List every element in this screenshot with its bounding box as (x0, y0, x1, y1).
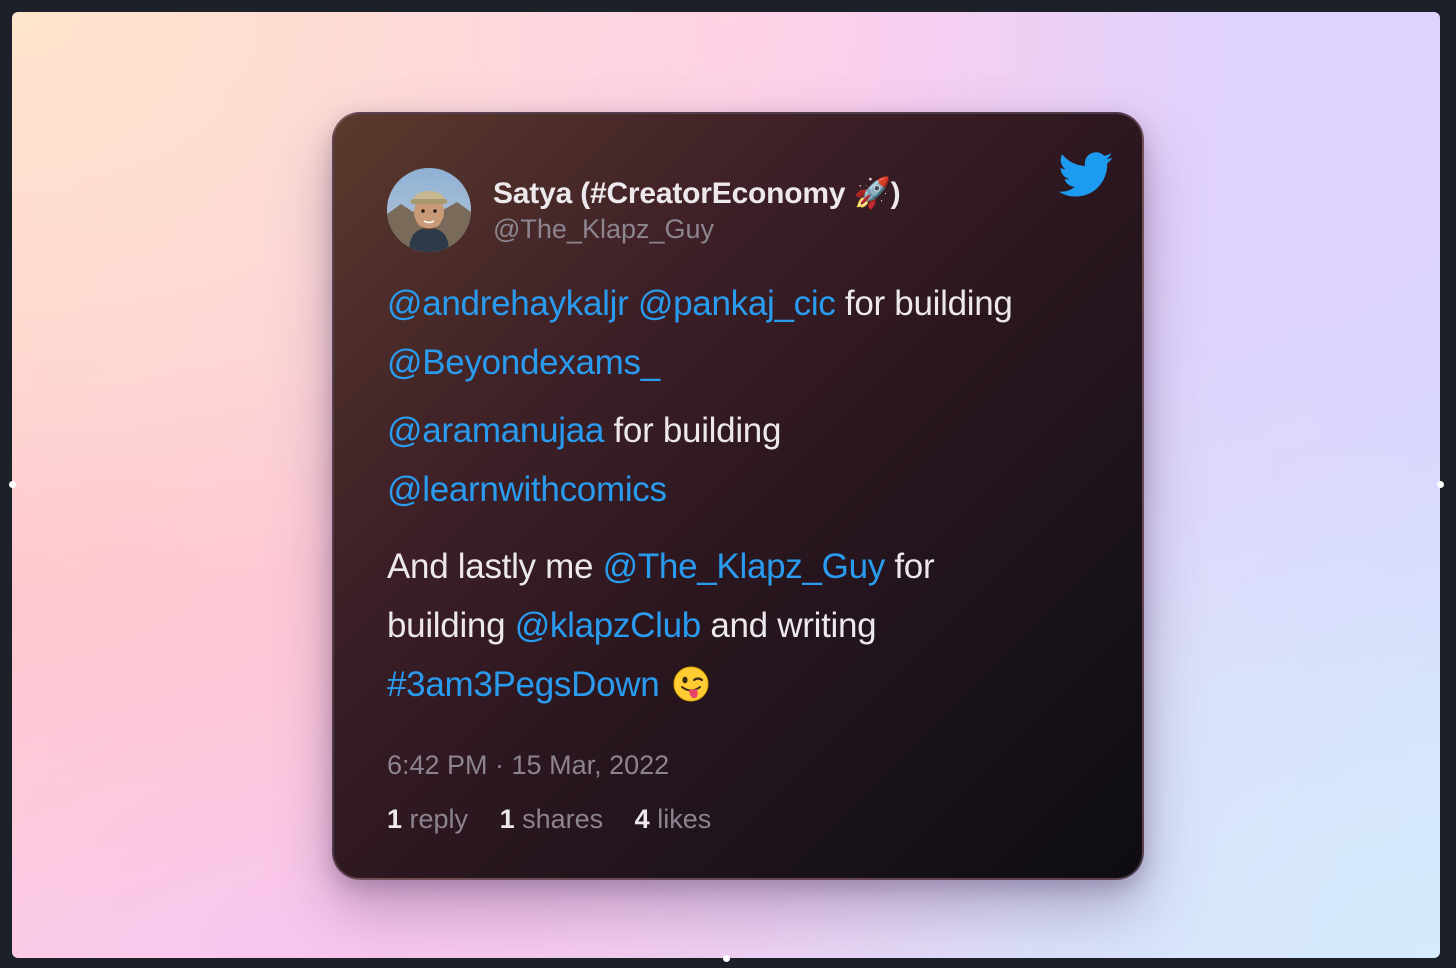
mention-link[interactable]: @pankaj_cic (638, 284, 836, 323)
tweet-stats: 1 reply 1 shares 4 likes (387, 804, 735, 835)
tweet-text: for building (604, 411, 782, 450)
author-handle[interactable]: @The_Klapz_Guy (493, 214, 714, 245)
likes-stat[interactable]: 4 likes (635, 804, 712, 834)
likes-label: likes (649, 804, 712, 834)
mention-link[interactable]: @klapzClub (515, 606, 702, 645)
tweet-line: @andrehaykaljr @pankaj_cic for building (387, 274, 1107, 333)
replies-count: 1 (387, 804, 403, 834)
tweet-line: @aramanujaa for building (387, 401, 1107, 460)
mention-link[interactable]: @andrehaykaljr (387, 284, 629, 323)
hashtag-link[interactable]: #3am3PegsDown (387, 665, 660, 704)
author-name[interactable]: Satya (#CreatorEconomy 🚀) (493, 176, 901, 211)
tweet-text: And lastly me (387, 547, 603, 586)
mention-link[interactable]: @learnwithcomics (387, 470, 667, 509)
mention-link[interactable]: @The_Klapz_Guy (603, 547, 886, 586)
avatar-image (387, 168, 471, 252)
tweet-line: building @klapzClub and writing (387, 596, 1107, 655)
tweet-line: And lastly me @The_Klapz_Guy for (387, 537, 1107, 596)
tweet-text: building (387, 606, 515, 645)
avatar[interactable] (387, 168, 471, 252)
gradient-canvas: Satya (#CreatorEconomy 🚀) @The_Klapz_Guy… (12, 12, 1440, 958)
tweet-line: @learnwithcomics (387, 460, 1107, 519)
tweet-card[interactable]: Satya (#CreatorEconomy 🚀) @The_Klapz_Guy… (332, 112, 1144, 880)
mention-link[interactable]: @Beyondexams_ (387, 343, 660, 382)
shares-count: 1 (499, 804, 515, 834)
tweet-text: for (884, 547, 935, 586)
resize-handle-right[interactable] (1437, 481, 1444, 488)
tweet-text: for building (835, 284, 1013, 323)
winking-tongue-emoji-icon (673, 666, 709, 702)
tweet-text: and writing (700, 606, 877, 645)
replies-label: reply (402, 804, 469, 834)
shares-label: shares (514, 804, 604, 834)
tweet-body: @andrehaykaljr @pankaj_cic for building … (387, 274, 1107, 714)
mention-link[interactable]: @aramanujaa (387, 411, 604, 450)
resize-handle-bottom[interactable] (723, 955, 730, 962)
tweet-line: #3am3PegsDown (387, 655, 1107, 714)
likes-count: 4 (634, 804, 650, 834)
resize-handle-left[interactable] (9, 481, 16, 488)
twitter-bird-icon[interactable] (1058, 152, 1114, 198)
tweet-timestamp[interactable]: 6:42 PM · 15 Mar, 2022 (387, 750, 669, 781)
replies-stat[interactable]: 1 reply (387, 804, 468, 834)
shares-stat[interactable]: 1 shares (500, 804, 604, 834)
tweet-line: @Beyondexams_ (387, 333, 1107, 392)
